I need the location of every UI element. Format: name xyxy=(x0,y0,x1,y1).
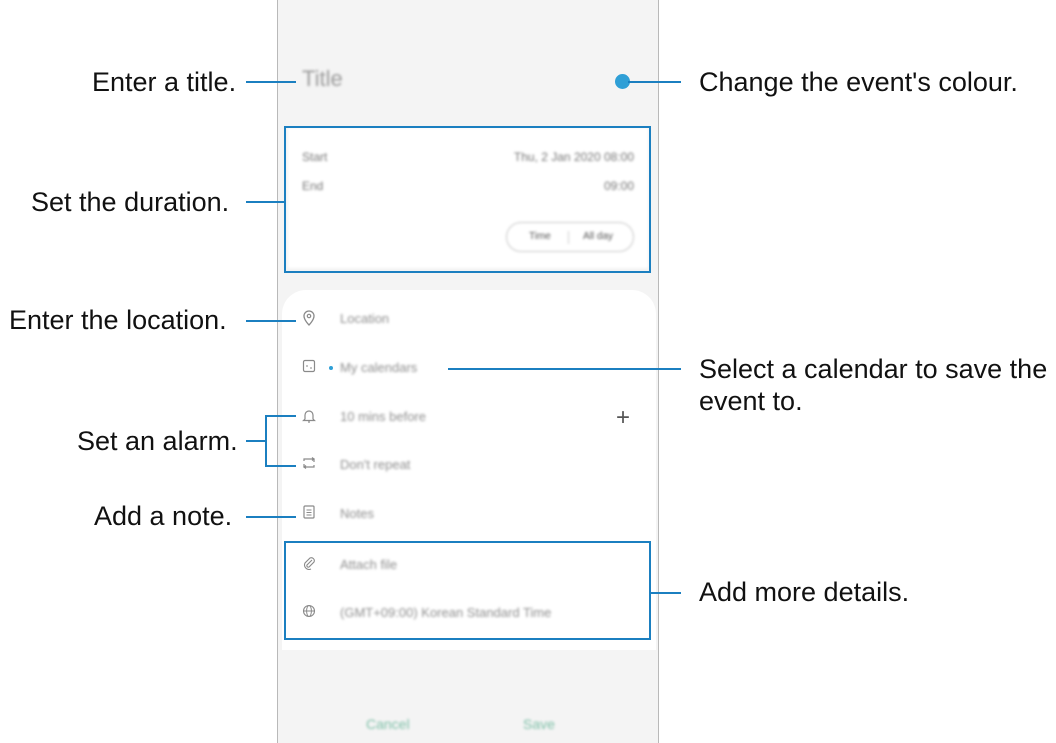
callout-location: Enter the location. xyxy=(9,305,227,335)
notes-text: Notes xyxy=(340,506,374,521)
title-leader-line xyxy=(246,81,296,83)
add-alarm-icon[interactable]: + xyxy=(616,404,630,432)
callout-colour: Change the event's colour. xyxy=(699,67,1018,97)
repeat-text: Don't repeat xyxy=(340,457,411,472)
calendar-text: My calendars xyxy=(340,360,418,375)
note-leader-line xyxy=(246,516,296,518)
notes-row[interactable]: Notes xyxy=(282,499,656,529)
location-leader-line xyxy=(246,320,296,322)
duration-leader-line xyxy=(246,201,284,203)
details-leader-line xyxy=(651,592,681,594)
callout-calendar-line2: event to. xyxy=(699,386,803,416)
alarm-bracket-bottom xyxy=(265,465,296,467)
note-icon xyxy=(300,505,318,523)
bell-icon xyxy=(300,408,318,426)
alarm-bracket-top xyxy=(265,415,296,417)
callout-title: Enter a title. xyxy=(92,67,237,97)
location-row[interactable]: Location xyxy=(282,304,656,334)
calendar-leader-line xyxy=(448,368,681,370)
callout-note: Add a note. xyxy=(94,501,233,531)
title-input[interactable]: Title xyxy=(302,66,343,92)
alarm-text: 10 mins before xyxy=(340,409,426,424)
alarm-bracket-line xyxy=(265,415,267,467)
calendar-color-dot xyxy=(329,366,333,370)
location-text: Location xyxy=(340,311,390,326)
cancel-button[interactable]: Cancel xyxy=(366,716,410,732)
save-button[interactable]: Save xyxy=(523,716,555,732)
more-details-highlight xyxy=(284,541,651,640)
location-pin-icon xyxy=(300,310,318,328)
alarm-leader-line xyxy=(246,440,265,442)
colour-leader-line xyxy=(628,81,681,83)
alarm-row[interactable]: 10 mins before + xyxy=(282,402,656,432)
calendar-icon xyxy=(300,359,318,377)
callout-calendar-line1: Select a calendar to save the xyxy=(699,354,1048,384)
repeat-icon xyxy=(300,456,318,474)
duration-highlight xyxy=(284,126,651,273)
callout-details: Add more details. xyxy=(699,577,910,607)
callout-alarm: Set an alarm. xyxy=(77,426,238,456)
repeat-row[interactable]: Don't repeat xyxy=(282,450,656,480)
callout-duration: Set the duration. xyxy=(31,187,230,217)
